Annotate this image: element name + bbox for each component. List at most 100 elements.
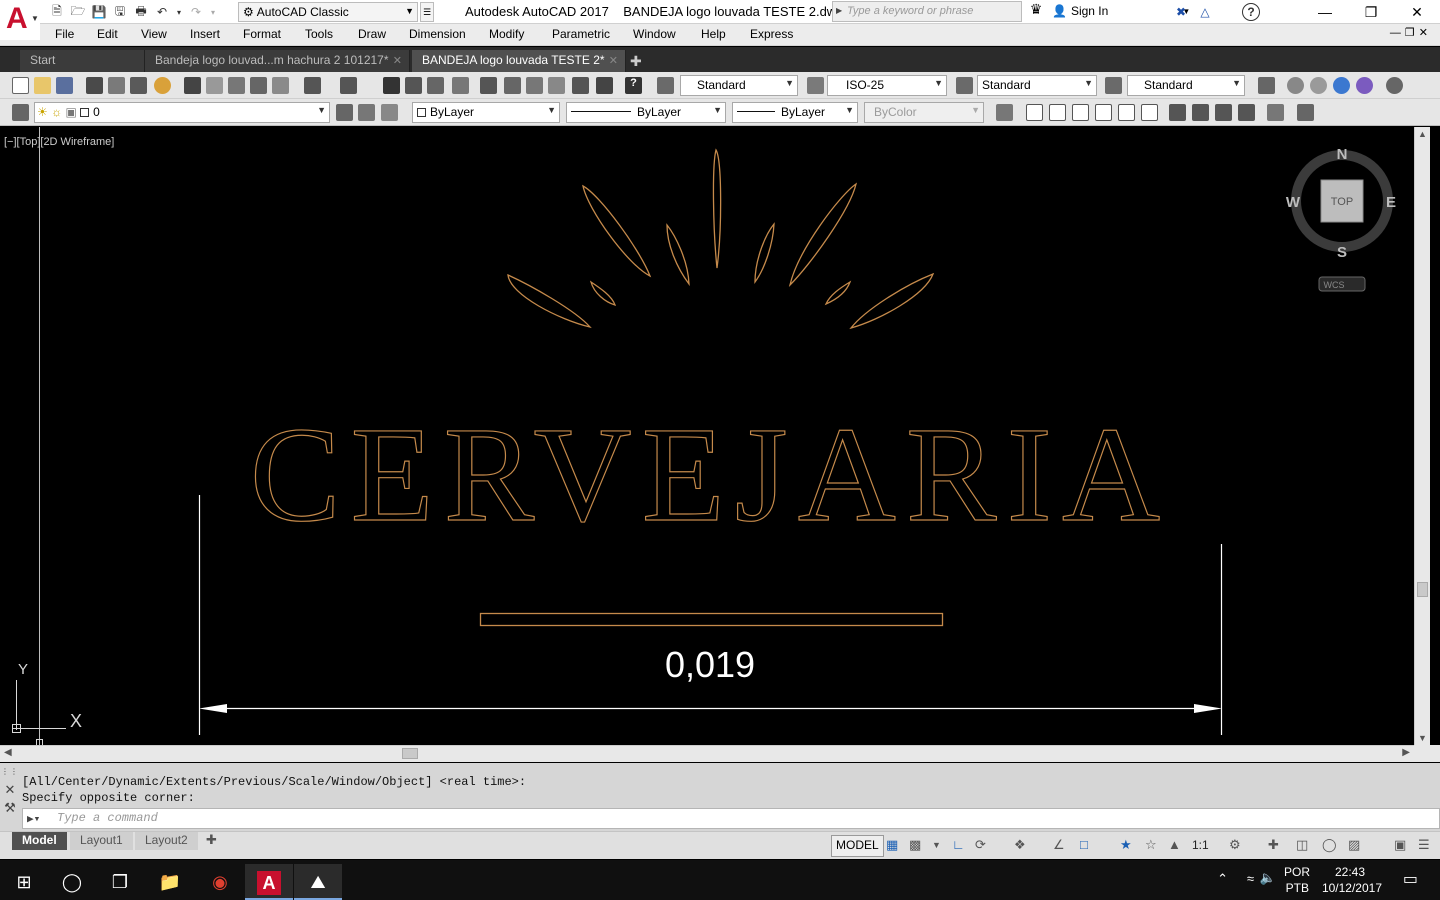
text-style-icon[interactable] [657, 77, 674, 94]
undo-dropdown-icon[interactable]: ▾ [174, 3, 184, 21]
isodraft-icon[interactable]: ❖ [1014, 837, 1026, 853]
isolate-objects-icon[interactable]: ◯ [1322, 837, 1337, 853]
plot-icon[interactable] [86, 77, 103, 94]
nw-iso-icon[interactable] [1238, 104, 1255, 121]
design-center-icon[interactable] [504, 77, 521, 94]
tab-layout2[interactable]: Layout2 [135, 832, 198, 850]
ortho-icon[interactable]: ∟ [952, 837, 965, 852]
application-menu-button[interactable]: A ▼ [0, 0, 40, 40]
color-select[interactable]: ByLayer ▼ [412, 102, 560, 123]
tab-model[interactable]: Model [12, 832, 67, 850]
menu-insert[interactable]: Insert [190, 27, 220, 41]
menu-tools[interactable]: Tools [305, 27, 333, 41]
menu-edit[interactable]: Edit [97, 27, 118, 41]
menu-view[interactable]: View [141, 27, 167, 41]
make-current-icon[interactable] [336, 104, 353, 121]
3d-dwf-icon[interactable] [154, 77, 171, 94]
workspace-switch-icon[interactable]: ⚙ [1229, 837, 1241, 853]
pan-icon[interactable] [383, 77, 400, 94]
object-snap-tracking-icon[interactable]: ∠ [1053, 837, 1065, 853]
grid-icon[interactable]: ▦ [886, 837, 898, 853]
properties-icon[interactable] [480, 77, 497, 94]
workspace-settings-icon[interactable] [1258, 77, 1275, 94]
undo-icon[interactable]: ↶ [153, 3, 171, 21]
menu-modify[interactable]: Modify [489, 27, 524, 41]
workspace-dropdown[interactable]: ⚙ AutoCAD Classic ▼ [238, 2, 418, 22]
table-style-select[interactable]: Standard ▼ [977, 75, 1097, 96]
markup-icon[interactable] [572, 77, 589, 94]
text-style-select[interactable]: Standard ▼ [680, 75, 798, 96]
view-manager-icon[interactable] [1386, 77, 1403, 94]
tab-bandeja-hachura[interactable]: Bandeja logo louvad...m hachura 2 101217… [145, 50, 410, 72]
render-sphere-icon[interactable] [1287, 77, 1304, 94]
chrome-icon[interactable]: ◉ [196, 864, 244, 900]
redo-icon[interactable]: ↷ [187, 3, 205, 21]
qat-customize-button[interactable]: ☰ [420, 2, 434, 22]
mdi-controls[interactable]: —❐✕ [1390, 26, 1432, 39]
menu-dimension[interactable]: Dimension [409, 27, 466, 41]
bottom-view-icon[interactable] [1049, 104, 1066, 121]
match-properties-icon[interactable] [250, 77, 267, 94]
menu-draw[interactable]: Draw [358, 27, 386, 41]
plot-preview-icon[interactable] [108, 77, 125, 94]
windows-start-icon[interactable]: ⊞ [0, 864, 48, 900]
horizontal-scrollbar[interactable]: ◀ ▶ [0, 745, 1414, 762]
open-icon[interactable] [34, 77, 51, 94]
named-views-icon[interactable] [996, 104, 1013, 121]
materials-icon[interactable] [1310, 77, 1327, 94]
minimize-button[interactable]: — [1302, 0, 1348, 24]
polar-icon[interactable]: ⟳ [975, 837, 986, 853]
snap-icon[interactable]: ▩ [909, 837, 921, 853]
customization-icon[interactable]: ☰ [1418, 837, 1430, 853]
layer-states-icon[interactable] [381, 104, 398, 121]
save-icon[interactable]: 💾 [90, 3, 108, 21]
tool-palettes-icon[interactable] [526, 77, 543, 94]
zoom-window-icon[interactable] [427, 77, 444, 94]
command-prompt-icon[interactable]: ▶▾ [27, 812, 40, 826]
block-editor-icon[interactable] [272, 77, 289, 94]
annotation-monitor-icon[interactable]: ✚ [1268, 837, 1279, 853]
undo-icon[interactable] [304, 77, 321, 94]
se-iso-icon[interactable] [1192, 104, 1209, 121]
menu-file[interactable]: File [55, 27, 74, 41]
open-file-icon[interactable]: 🗁 [69, 3, 87, 21]
layer-properties-icon[interactable] [12, 104, 29, 121]
help-icon[interactable]: ? [625, 77, 642, 94]
vertical-scrollbar[interactable]: ▲ ▼ [1414, 127, 1430, 745]
lights-icon[interactable] [1333, 77, 1350, 94]
task-view-icon[interactable]: ❐ [96, 864, 144, 900]
paste-icon[interactable] [228, 77, 245, 94]
copy-icon[interactable] [206, 77, 223, 94]
drawing-viewport[interactable]: [−][Top][2D Wireframe] CERVEJARIA 0,019 [0, 127, 1414, 745]
sw-iso-icon[interactable] [1169, 104, 1186, 121]
units-icon[interactable]: ◫ [1296, 837, 1308, 853]
tray-overflow-icon[interactable]: ⌃ [1217, 871, 1228, 887]
save-icon[interactable] [56, 77, 73, 94]
add-layout-icon[interactable]: ✚ [206, 832, 217, 848]
chevron-down-icon[interactable]: ▼ [932, 840, 941, 850]
top-view-icon[interactable] [1026, 104, 1043, 121]
ne-iso-icon[interactable] [1215, 104, 1232, 121]
plot-icon[interactable]: 🖶 [132, 3, 150, 21]
command-window-grip[interactable]: ⋮⋮ ✕ ⚒ [0, 767, 20, 829]
qnew-icon[interactable] [12, 77, 29, 94]
annotation-visibility-icon[interactable]: ★ [1120, 837, 1132, 853]
exchange-apps-icon[interactable]: ✖ [1172, 3, 1190, 21]
menu-express[interactable]: Express [750, 27, 793, 41]
wifi-icon[interactable]: ≈ [1247, 871, 1254, 886]
menu-help[interactable]: Help [701, 27, 726, 41]
table-style-icon[interactable] [956, 77, 973, 94]
lineweight-select[interactable]: ByLayer ▼ [732, 102, 858, 123]
help-icon[interactable]: ? [1242, 3, 1260, 21]
front-view-icon[interactable] [1118, 104, 1135, 121]
close-tab-icon[interactable]: ✕ [393, 54, 402, 67]
search-input[interactable]: ▶ Type a keyword or phrase [832, 1, 1022, 22]
binoculars-icon[interactable]: ♛ [1024, 1, 1048, 22]
dim-style-select[interactable]: ISO-25 ▼ [827, 75, 947, 96]
maximize-button[interactable]: ❐ [1348, 0, 1394, 24]
photos-icon[interactable]: ⛰ [294, 864, 342, 900]
right-view-icon[interactable] [1095, 104, 1112, 121]
find-icon[interactable] [1297, 104, 1314, 121]
autocad-taskbar-icon[interactable]: A [245, 864, 293, 900]
command-input[interactable]: Type a command [22, 808, 1440, 829]
